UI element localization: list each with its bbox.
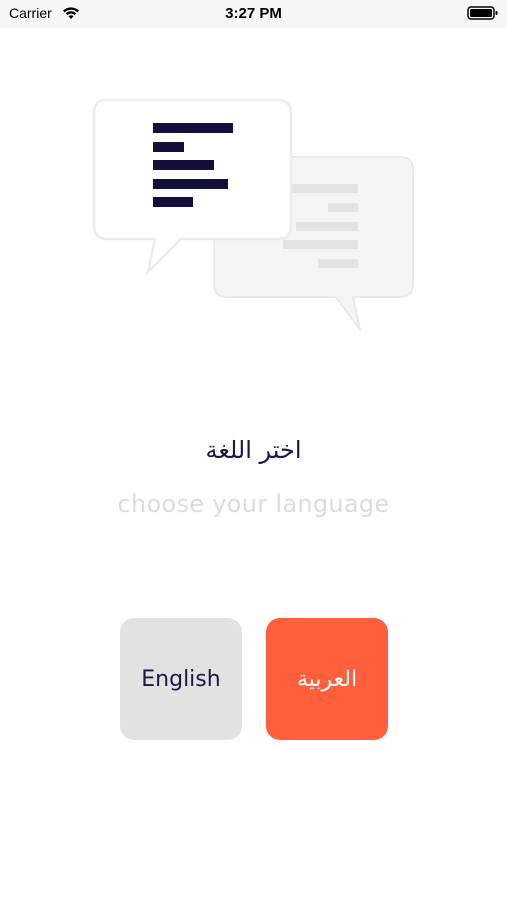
page-subtitle: choose your language bbox=[117, 490, 390, 518]
status-time: 3:27 PM bbox=[225, 5, 282, 22]
arabic-language-button[interactable]: العربية bbox=[266, 618, 388, 740]
chat-illustration bbox=[92, 98, 414, 331]
battery-icon bbox=[467, 6, 498, 20]
english-language-button[interactable]: English bbox=[120, 618, 242, 740]
page-title: اختر اللغة bbox=[205, 436, 302, 464]
status-bar: Carrier 3:27 PM bbox=[0, 0, 507, 28]
arabic-button-label: العربية bbox=[296, 666, 358, 692]
english-button-label: English bbox=[141, 666, 221, 692]
